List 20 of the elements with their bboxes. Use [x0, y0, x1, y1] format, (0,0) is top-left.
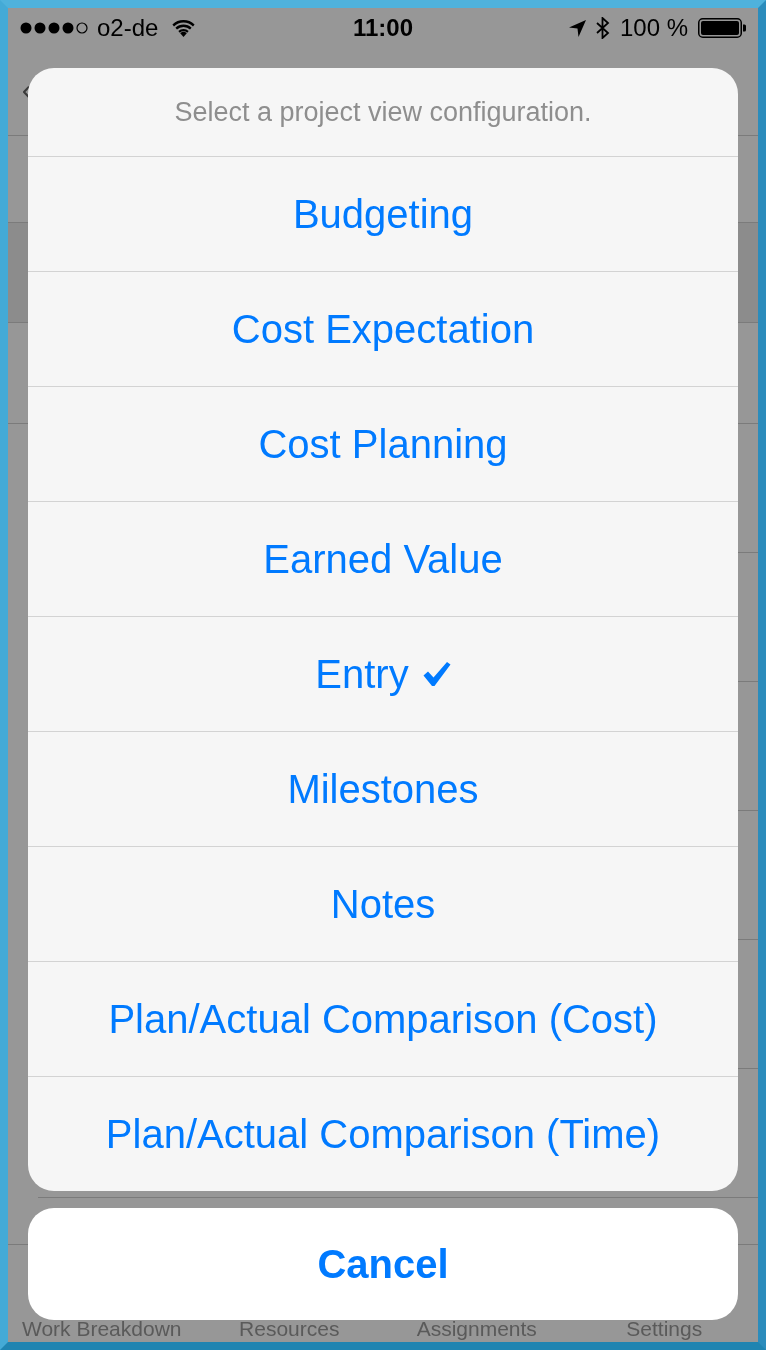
battery-icon — [698, 18, 746, 38]
option-button[interactable]: Cost Planning — [28, 386, 738, 501]
cancel-button[interactable]: Cancel — [28, 1208, 738, 1320]
location-arrow-icon — [568, 19, 586, 37]
sheet-title: Select a project view configuration. — [174, 96, 592, 128]
battery-percentage: 100 % — [619, 14, 688, 42]
signal-dots-icon — [20, 22, 88, 34]
option-button[interactable]: Milestones — [28, 731, 738, 846]
wifi-icon — [172, 19, 196, 37]
option-button[interactable]: Notes — [28, 846, 738, 961]
carrier-name: o2-de — [97, 14, 159, 42]
option-button[interactable]: Plan/Actual Comparison (Time) — [28, 1076, 738, 1191]
status-time: 11:00 — [352, 14, 414, 42]
option-button[interactable]: Earned Value — [28, 501, 738, 616]
option-button[interactable]: Cost Expectation — [28, 271, 738, 386]
option-button[interactable]: Plan/Actual Comparison (Cost) — [28, 961, 738, 1076]
bluetooth-icon — [595, 17, 610, 39]
back-chevron-icon[interactable] — [23, 85, 29, 98]
option-button[interactable]: Entry — [28, 616, 738, 731]
option-button[interactable]: Budgeting — [28, 156, 738, 271]
